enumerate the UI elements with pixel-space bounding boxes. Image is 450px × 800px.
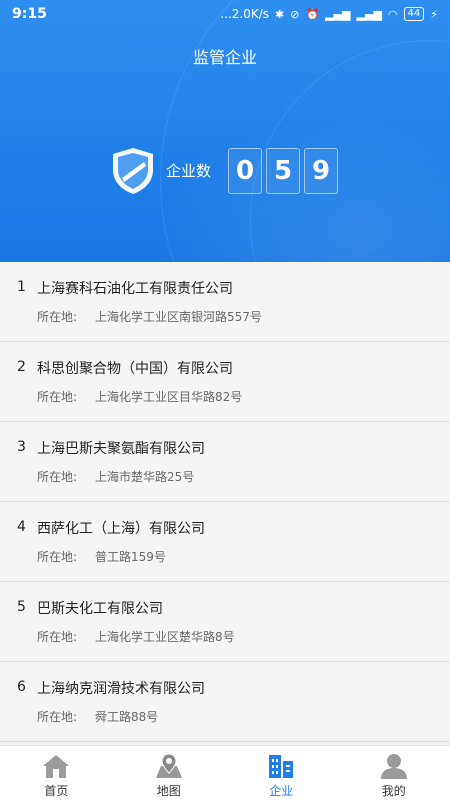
company-list-item[interactable]: 2 科思创聚合物（中国）有限公司 所在地: 上海化学工业区目华路82号 bbox=[0, 342, 450, 422]
item-index: 1 bbox=[17, 279, 26, 295]
company-count: 0 5 9 bbox=[228, 148, 338, 194]
signal-icon: ▂▄▆ bbox=[356, 7, 382, 21]
count-digit: 5 bbox=[266, 148, 300, 194]
company-address: 上海市楚华路25号 bbox=[95, 470, 195, 484]
bottom-tab-bar: 首页 地图 企业 我的 bbox=[0, 745, 450, 800]
network-speed: ...2.0K/s bbox=[220, 7, 269, 21]
tab-company[interactable]: 企业 bbox=[225, 746, 338, 800]
mute-icon: ⊘ bbox=[290, 7, 300, 21]
tab-label: 地图 bbox=[156, 784, 181, 798]
company-name: 巴斯夫化工有限公司 bbox=[37, 601, 163, 617]
tab-mine[interactable]: 我的 bbox=[338, 746, 450, 800]
header-banner: 9:15 ...2.0K/s ✱ ⊘ ⏰ ▂▄▆ ▂▄▆ ◠ 44 ⚡ 监管企业… bbox=[0, 0, 450, 262]
address-label: 所在地: bbox=[37, 390, 78, 404]
charging-icon: ⚡ bbox=[430, 7, 438, 21]
address-label: 所在地: bbox=[37, 710, 78, 724]
company-list-item[interactable]: 4 西萨化工（上海）有限公司 所在地: 普工路159号 bbox=[0, 502, 450, 582]
count-digit: 9 bbox=[304, 148, 338, 194]
address-label: 所在地: bbox=[37, 310, 78, 324]
page-title: 监管企业 bbox=[192, 48, 257, 67]
tab-label: 企业 bbox=[269, 784, 294, 798]
status-icons: ...2.0K/s ✱ ⊘ ⏰ ▂▄▆ ▂▄▆ ◠ 44 ⚡ bbox=[220, 7, 438, 21]
company-name: 上海纳克润滑技术有限公司 bbox=[37, 681, 205, 697]
home-icon bbox=[43, 755, 70, 778]
status-bar: 9:15 ...2.0K/s ✱ ⊘ ⏰ ▂▄▆ ▂▄▆ ◠ 44 ⚡ bbox=[0, 0, 450, 28]
wifi-icon: ◠ bbox=[387, 7, 398, 21]
item-index: 3 bbox=[17, 439, 26, 455]
company-list-item[interactable]: 1 上海赛科石油化工有限责任公司 所在地: 上海化学工业区南银河路557号 bbox=[0, 262, 450, 342]
tab-label: 首页 bbox=[44, 784, 69, 798]
item-index: 4 bbox=[17, 519, 26, 535]
company-list[interactable]: 1 上海赛科石油化工有限责任公司 所在地: 上海化学工业区南银河路557号 2 … bbox=[0, 262, 450, 745]
company-list-item[interactable]: 5 巴斯夫化工有限公司 所在地: 上海化学工业区楚华路8号 bbox=[0, 582, 450, 662]
company-name: 科思创聚合物（中国）有限公司 bbox=[37, 361, 233, 377]
company-list-item[interactable]: 3 上海巴斯夫聚氨酯有限公司 所在地: 上海市楚华路25号 bbox=[0, 422, 450, 502]
shield-icon bbox=[113, 148, 153, 194]
company-address: 上海化学工业区目华路82号 bbox=[95, 390, 243, 404]
bluetooth-icon: ✱ bbox=[275, 7, 285, 21]
company-name: 西萨化工（上海）有限公司 bbox=[37, 521, 205, 537]
company-count-label: 企业数 bbox=[166, 162, 212, 180]
address-label: 所在地: bbox=[37, 470, 78, 484]
battery-icon: 44 bbox=[403, 7, 425, 21]
company-address: 上海化学工业区楚华路8号 bbox=[95, 630, 235, 644]
tab-label: 我的 bbox=[381, 784, 406, 798]
map-icon bbox=[155, 753, 182, 778]
item-index: 6 bbox=[17, 679, 26, 695]
company-list-item[interactable]: 6 上海纳克润滑技术有限公司 所在地: 舜工路88号 bbox=[0, 662, 450, 742]
status-time: 9:15 bbox=[12, 6, 47, 22]
company-address: 上海化学工业区南银河路557号 bbox=[95, 310, 262, 324]
tab-map[interactable]: 地图 bbox=[113, 746, 226, 800]
company-address: 普工路159号 bbox=[95, 550, 166, 564]
tab-home[interactable]: 首页 bbox=[0, 746, 113, 800]
item-index: 5 bbox=[17, 599, 26, 615]
count-digit: 0 bbox=[228, 148, 262, 194]
company-name: 上海巴斯夫聚氨酯有限公司 bbox=[37, 441, 205, 457]
alarm-icon: ⏰ bbox=[305, 7, 320, 21]
signal-icon: ▂▄▆ bbox=[325, 7, 351, 21]
company-name: 上海赛科石油化工有限责任公司 bbox=[37, 281, 233, 297]
building-icon bbox=[269, 755, 294, 778]
address-label: 所在地: bbox=[37, 550, 78, 564]
user-icon bbox=[380, 754, 407, 779]
item-index: 2 bbox=[17, 359, 26, 375]
company-address: 舜工路88号 bbox=[95, 710, 159, 724]
address-label: 所在地: bbox=[37, 630, 78, 644]
